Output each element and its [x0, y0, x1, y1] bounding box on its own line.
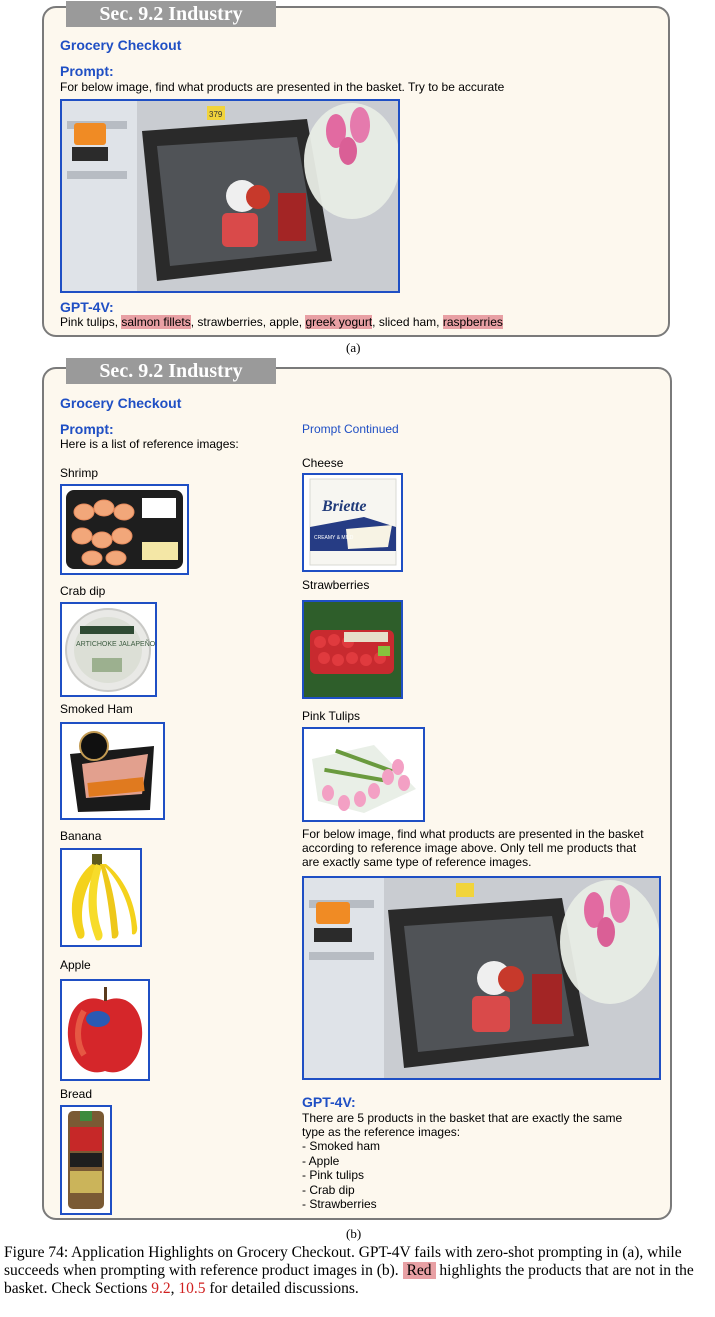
- ref-image-crab-dip: ARTICHOKE JALAPEÑO: [60, 602, 157, 697]
- instruction-line-2: according to reference image above. Only…: [302, 841, 637, 855]
- panel-b-answer-label: GPT-4V:: [302, 1094, 356, 1110]
- answer-line: type as the reference images:: [302, 1125, 461, 1139]
- answer-item-highlight: raspberries: [442, 315, 503, 329]
- ref-image-smoked-ham: [60, 722, 165, 820]
- answer-item: , sliced ham,: [372, 315, 443, 329]
- section-link-10-5[interactable]: 10.5: [178, 1280, 205, 1297]
- panel-b-prompt-label: Prompt:: [60, 421, 114, 437]
- answer-line: - Pink tulips: [302, 1168, 365, 1182]
- ref-image-apple: [60, 979, 150, 1081]
- caption-a: (a): [346, 340, 361, 355]
- answer-line: - Strawberries: [302, 1197, 377, 1211]
- answer-line: - Apple: [302, 1154, 340, 1168]
- ref-image-cheese: Briette CREAMY & MILD: [302, 473, 403, 572]
- panel-a-prompt-label: Prompt:: [60, 63, 114, 79]
- ref-image-bread: [60, 1105, 112, 1215]
- ref-label-crab-dip: Crab dip: [60, 584, 106, 598]
- price-tag-text: 379: [209, 110, 223, 119]
- caption-sep: ,: [170, 1280, 175, 1297]
- ref-image-strawberries: [302, 600, 403, 699]
- ref-label-pink-tulips: Pink Tulips: [302, 709, 361, 723]
- panel-a-title: Grocery Checkout: [60, 37, 182, 53]
- basket-photo-b: [302, 876, 661, 1080]
- section-link-9-2[interactable]: 9.2: [151, 1280, 170, 1297]
- section-tab-b: Sec. 9.2 Industry: [66, 358, 276, 384]
- ref-image-banana: [60, 848, 142, 947]
- answer-item: , strawberries, apple,: [190, 315, 306, 329]
- ref-image-pink-tulips: [302, 727, 425, 822]
- ref-label-apple: Apple: [60, 958, 91, 972]
- ref-label-bread: Bread: [60, 1087, 93, 1101]
- crab-dip-label-text: ARTICHOKE JALAPEÑO: [76, 639, 155, 648]
- ref-label-cheese: Cheese: [302, 456, 344, 470]
- instruction-line-3: are exactly same type of reference image…: [302, 855, 532, 869]
- panel-a-prompt-text: For below image, find what products are …: [60, 80, 505, 94]
- instruction-line-1: For below image, find what products are …: [302, 827, 644, 841]
- basket-photo-a: 379: [60, 99, 400, 293]
- section-tab-a: Sec. 9.2 Industry: [66, 1, 276, 27]
- answer-item-highlight: greek yogurt: [305, 315, 373, 329]
- caption-part3: for detailed discussions.: [209, 1280, 359, 1297]
- answer-line: - Crab dip: [302, 1183, 355, 1197]
- cheese-sub-text: CREAMY & MILD: [314, 535, 354, 541]
- ref-image-shrimp: [60, 484, 189, 575]
- ref-label-shrimp: Shrimp: [60, 466, 99, 480]
- cheese-brand-text: Briette: [321, 498, 366, 515]
- answer-line: There are 5 products in the basket that …: [302, 1111, 623, 1125]
- panel-a-answer-label: GPT-4V:: [60, 299, 114, 315]
- answer-line: - Smoked ham: [302, 1139, 381, 1153]
- figure-caption: Figure 74: Application Highlights on Gro…: [4, 1244, 710, 1298]
- ref-label-smoked-ham: Smoked Ham: [60, 702, 133, 716]
- caption-red-keyword: Red: [402, 1262, 436, 1279]
- ref-label-strawberries: Strawberries: [302, 578, 370, 592]
- answer-item: Pink tulips: [60, 315, 115, 329]
- panel-b-prompt-text: Here is a list of reference images:: [60, 437, 239, 451]
- panel-b-title: Grocery Checkout: [60, 395, 182, 411]
- ref-label-banana: Banana: [60, 829, 102, 843]
- answer-item-highlight: salmon fillets: [121, 315, 191, 329]
- caption-b: (b): [346, 1226, 362, 1241]
- prompt-continued: Prompt Continued: [302, 422, 399, 436]
- panel-a-answer: Pink tulips, salmon fillets, strawberrie…: [60, 315, 503, 330]
